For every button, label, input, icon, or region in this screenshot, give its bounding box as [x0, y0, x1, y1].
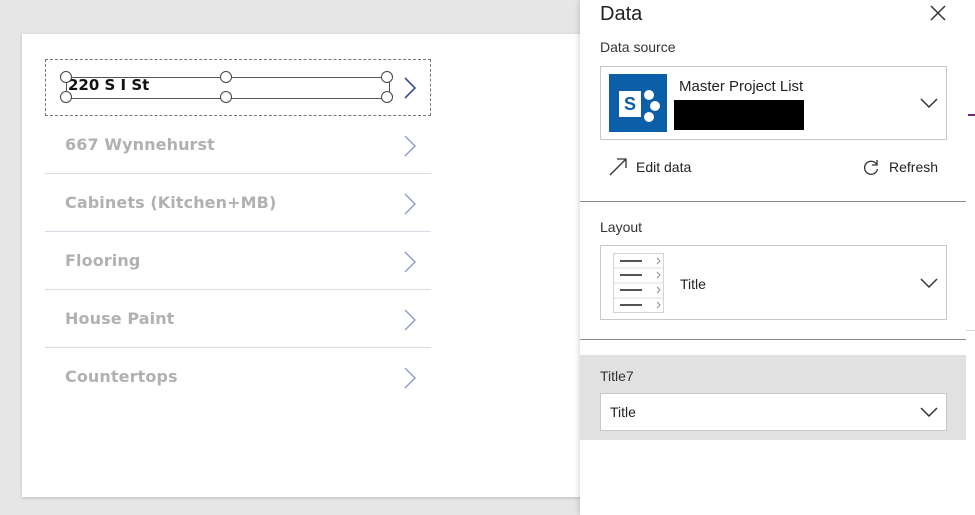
- panel-title: Data: [600, 3, 643, 25]
- data-source-label: Data source: [600, 39, 676, 55]
- data-source-dropdown[interactable]: S Master Project List: [600, 66, 947, 140]
- resize-handle-tm[interactable]: [220, 71, 232, 83]
- arrow-up-right-icon: [609, 158, 627, 176]
- resize-handle-br[interactable]: [381, 91, 393, 103]
- refresh-button[interactable]: Refresh: [861, 155, 938, 179]
- gallery-row[interactable]: 667 Wynnehurst: [45, 116, 431, 174]
- chevron-down-icon[interactable]: [920, 277, 938, 289]
- field-dropdown[interactable]: Title: [600, 393, 947, 431]
- field-section: Title7 Title: [580, 355, 966, 440]
- strip-divider: [966, 330, 975, 331]
- layout-label: Layout: [600, 219, 643, 235]
- refresh-icon: [864, 160, 879, 175]
- resize-handle-bm[interactable]: [220, 91, 232, 103]
- svg-text:S: S: [624, 94, 636, 114]
- data-panel: Data Data source S Master Project List E…: [580, 0, 966, 515]
- data-source-name: Master Project List: [679, 78, 804, 95]
- refresh-label: Refresh: [889, 159, 939, 175]
- chevron-down-icon[interactable]: [920, 406, 938, 418]
- resize-handle-tr[interactable]: [381, 71, 393, 83]
- section-divider: [580, 201, 966, 202]
- selected-item-title[interactable]: 220 S I St: [68, 76, 149, 94]
- resize-handle-bl[interactable]: [60, 91, 72, 103]
- layout-value: Title: [680, 276, 706, 292]
- accent-mark: [968, 114, 975, 116]
- property-strip: [966, 0, 975, 515]
- redacted-block: [674, 100, 804, 130]
- field-label: Title7: [600, 368, 634, 384]
- gallery-row-title: Flooring: [65, 251, 141, 270]
- chevron-right-icon[interactable]: [403, 193, 417, 215]
- chevron-right-icon[interactable]: [403, 251, 417, 273]
- gallery-row[interactable]: House Paint: [45, 290, 431, 348]
- gallery-row-title: House Paint: [65, 309, 175, 328]
- gallery-row[interactable]: Countertops: [45, 348, 431, 406]
- sharepoint-icon: S: [609, 74, 667, 132]
- gallery-row-title: 667 Wynnehurst: [65, 135, 215, 154]
- gallery-row-title: Countertops: [65, 367, 178, 386]
- edit-data-label: Edit data: [636, 159, 692, 175]
- field-value: Title: [610, 404, 636, 420]
- gallery-row[interactable]: Flooring: [45, 232, 431, 290]
- chevron-right-icon[interactable]: [403, 367, 417, 389]
- close-icon[interactable]: [928, 3, 948, 23]
- chevron-right-icon[interactable]: [403, 135, 417, 157]
- layout-title-icon: [613, 253, 664, 313]
- chevron-down-icon[interactable]: [920, 97, 938, 109]
- gallery-selected-row[interactable]: 220 S I St: [45, 59, 431, 116]
- resize-handle-tl[interactable]: [60, 71, 72, 83]
- gallery-row-title: Cabinets (Kitchen+MB): [65, 193, 277, 212]
- layout-dropdown[interactable]: Title: [600, 245, 947, 320]
- gallery-row[interactable]: Cabinets (Kitchen+MB): [45, 174, 431, 232]
- chevron-right-icon[interactable]: [403, 77, 417, 99]
- chevron-right-icon[interactable]: [403, 309, 417, 331]
- section-divider: [580, 339, 966, 340]
- edit-data-button[interactable]: Edit data: [608, 155, 691, 179]
